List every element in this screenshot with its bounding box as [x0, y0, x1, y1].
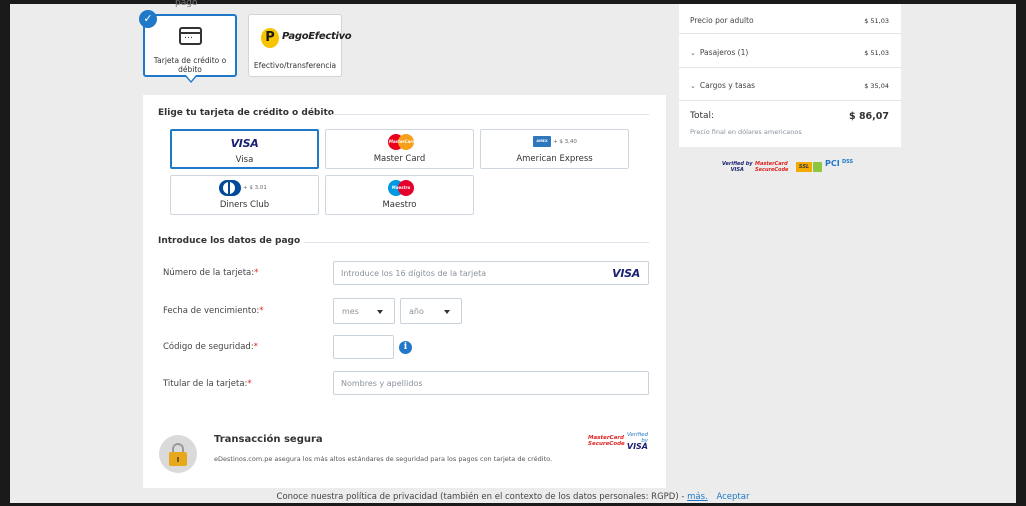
window-frame-right: [1016, 0, 1026, 506]
section-divider: [304, 242, 649, 243]
card-option-label: Master Card: [373, 154, 426, 164]
mastercard-securecode-icon: MasterCard SecureCode: [755, 161, 789, 173]
chevron-down-icon: ⌄: [690, 49, 696, 57]
visa-logo-icon: VISA: [230, 137, 259, 150]
payment-panel: Elige tu tarjeta de crédito o débito VIS…: [143, 95, 666, 488]
secure-badges: MasterCard SecureCode Verified by VISA: [588, 432, 648, 454]
payment-method-pagoefectivo-tab[interactable]: P PagoEfectivo Efectivo/transferencia: [248, 14, 352, 77]
credit-card-icon: [179, 27, 202, 45]
charges-row[interactable]: ⌄ Cargos y tasas $ 35,04: [679, 68, 901, 101]
privacy-notice: Conoce nuestra política de privacidad (t…: [276, 492, 750, 502]
card-number-placeholder: Introduce los 16 dígitos de la tarjeta: [341, 269, 487, 278]
ssl-lock-icon: [813, 162, 822, 172]
pagoefectivo-p-icon: P: [261, 28, 279, 48]
payment-data-title: Introduce los datos de pago: [158, 236, 301, 246]
selected-check-icon: ✓: [139, 10, 157, 28]
pagoefectivo-tab-label: Efectivo/transferencia: [253, 61, 337, 70]
ssl-icon: SSL: [796, 162, 812, 172]
card-option-label: Diners Club: [219, 200, 270, 210]
expiry-month-select[interactable]: mes: [333, 298, 395, 324]
verified-by-visa-icon: Verified by VISA: [626, 432, 648, 451]
chevron-down-icon: ⌄: [690, 82, 696, 90]
cut-off-heading: pago: [175, 0, 198, 8]
mastercard-logo-icon: MasterCard: [388, 134, 415, 150]
amex-fee: + $ 3,40: [553, 139, 577, 145]
card-option-label: Maestro: [382, 200, 417, 210]
privacy-more-link[interactable]: más.: [687, 492, 708, 502]
secure-transaction-title: Transacción segura: [214, 434, 323, 445]
card-option-label: American Express: [516, 154, 593, 164]
card-option-mastercard[interactable]: MasterCard Master Card: [325, 129, 474, 169]
accept-cookies-link[interactable]: Aceptar: [716, 492, 749, 502]
security-code-label: Código de seguridad:*: [163, 342, 258, 352]
card-option-maestro[interactable]: Maestro Maestro: [325, 175, 474, 215]
card-option-label: Visa: [235, 155, 254, 165]
selected-tab-pointer-inner: [186, 75, 196, 81]
secure-transaction-text: eDestinos.com.pe asegura los más altos e…: [214, 455, 553, 463]
maestro-logo-icon: Maestro: [388, 180, 414, 196]
card-holder-placeholder: Nombres y apellidos: [341, 379, 423, 388]
total-note: Precio final en dólares americanos: [690, 128, 802, 136]
chevron-down-icon: [377, 310, 383, 314]
section-divider: [331, 114, 649, 115]
card-option-amex[interactable]: AMEX + $ 3,40 American Express: [480, 129, 629, 169]
diners-fee: + $ 3,01: [243, 185, 267, 191]
security-code-input[interactable]: [333, 335, 394, 359]
lock-icon: [159, 435, 197, 473]
dss-icon: DSS: [842, 159, 854, 165]
payment-method-card-tab[interactable]: ✓ Tarjeta de crédito o débito: [139, 10, 237, 77]
trust-badges: Verified by VISA MasterCard SecureCode SSL…: [717, 158, 867, 174]
total-value: $ 86,07: [849, 111, 889, 122]
card-number-label: Número de la tarjeta:*: [163, 268, 259, 278]
card-tab-label: Tarjeta de crédito o débito: [153, 56, 227, 74]
amex-logo-icon: AMEX: [533, 136, 551, 147]
price-per-adult-row: Precio por adulto $ 51,03: [679, 4, 901, 34]
card-option-visa[interactable]: VISA Visa: [170, 129, 319, 169]
diners-logo-icon: [219, 180, 241, 196]
expiry-year-select[interactable]: año: [400, 298, 462, 324]
card-number-input[interactable]: Introduce los 16 dígitos de la tarjeta V…: [333, 261, 649, 285]
pagoefectivo-logo: P PagoEfectivo: [259, 27, 352, 49]
card-holder-label: Titular de la tarjeta:*: [163, 379, 252, 389]
price-summary: Precio por adulto $ 51,03 ⌄ Pasajeros (1)…: [679, 4, 901, 147]
pci-icon: PCI: [825, 159, 840, 168]
chevron-down-icon: [444, 310, 450, 314]
card-option-diners[interactable]: + $ 3,01 Diners Club: [170, 175, 319, 215]
verified-by-visa-icon: Verified by VISA: [722, 161, 753, 173]
card-holder-input[interactable]: Nombres y apellidos: [333, 371, 649, 395]
mastercard-securecode-icon: MasterCard SecureCode: [588, 435, 625, 447]
expiry-label: Fecha de vencimiento:*: [163, 306, 264, 316]
total-label: Total:: [690, 111, 715, 121]
window-frame-left: [0, 0, 10, 506]
pagoefectivo-brand-text: PagoEfectivo: [282, 31, 352, 42]
visa-detected-icon: VISA: [612, 267, 640, 280]
choose-card-title: Elige tu tarjeta de crédito o débito: [158, 108, 334, 118]
info-icon[interactable]: i: [399, 341, 412, 354]
passengers-row[interactable]: ⌄ Pasajeros (1) $ 51,03: [679, 34, 901, 68]
